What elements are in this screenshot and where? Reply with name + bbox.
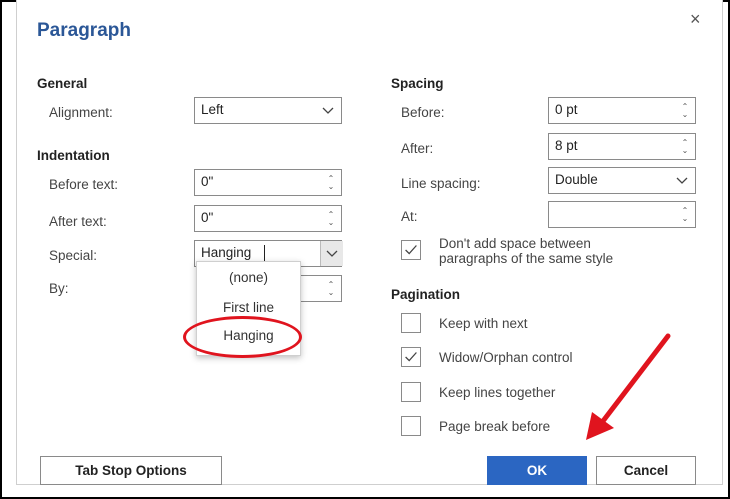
ok-button[interactable]: OK — [487, 456, 587, 485]
after-text-value: 0" — [201, 210, 214, 225]
spacing-after-spinner[interactable]: ⌃ ⌄ — [679, 134, 691, 159]
special-dropdown-toggle[interactable] — [320, 241, 343, 266]
pagination-heading: Pagination — [391, 287, 461, 302]
general-heading: General — [37, 76, 88, 91]
page-break-before-checkbox[interactable] — [401, 416, 421, 436]
spacing-heading: Spacing — [391, 76, 444, 91]
spin-down-icon[interactable]: ⌄ — [682, 146, 689, 155]
alignment-label: Alignment: — [49, 105, 113, 120]
line-spacing-select[interactable]: Double — [548, 167, 696, 194]
before-text-input[interactable]: 0" ⌃ ⌄ — [194, 169, 342, 196]
after-text-spinner[interactable]: ⌃ ⌄ — [325, 206, 337, 231]
at-label: At: — [401, 209, 418, 224]
spacing-before-label: Before: — [401, 105, 445, 120]
by-spinner[interactable]: ⌃ ⌄ — [325, 276, 337, 301]
spin-down-icon[interactable]: ⌄ — [682, 110, 689, 119]
keep-with-next-checkbox[interactable] — [401, 313, 421, 333]
before-text-value: 0" — [201, 174, 214, 189]
dialog-title: Paragraph — [37, 20, 131, 41]
at-spinner[interactable]: ⌃ ⌄ — [679, 202, 691, 227]
spacing-before-spinner[interactable]: ⌃ ⌄ — [679, 98, 691, 123]
close-icon[interactable]: × — [690, 10, 701, 28]
widow-orphan-checkbox[interactable] — [401, 347, 421, 367]
checkmark-icon — [405, 245, 417, 255]
checkmark-icon — [405, 352, 417, 362]
annotation-arrow-icon — [586, 333, 671, 440]
keep-lines-together-checkbox[interactable] — [401, 382, 421, 402]
dont-add-space-label-line2: paragraphs of the same style — [439, 251, 614, 266]
chevron-down-icon — [326, 250, 338, 257]
spacing-after-input[interactable]: 8 pt ⌃ ⌄ — [548, 133, 696, 160]
alignment-select[interactable]: Left — [194, 97, 342, 124]
before-text-spinner[interactable]: ⌃ ⌄ — [325, 170, 337, 195]
chevron-down-icon — [676, 177, 688, 184]
after-text-input[interactable]: 0" ⌃ ⌄ — [194, 205, 342, 232]
spin-down-icon[interactable]: ⌄ — [682, 214, 689, 223]
at-input[interactable]: ⌃ ⌄ — [548, 201, 696, 228]
spacing-before-value: 0 pt — [555, 102, 578, 117]
widow-orphan-label: Widow/Orphan control — [439, 350, 573, 365]
special-label: Special: — [49, 248, 98, 263]
annotation-circle — [183, 316, 302, 358]
indentation-heading: Indentation — [37, 148, 110, 163]
keep-lines-together-label: Keep lines together — [439, 385, 556, 400]
tab-stop-options-button[interactable]: Tab Stop Options — [40, 456, 222, 485]
spacing-after-value: 8 pt — [555, 138, 578, 153]
spacing-before-input[interactable]: 0 pt ⌃ ⌄ — [548, 97, 696, 124]
by-label: By: — [49, 281, 69, 296]
line-spacing-value: Double — [555, 172, 598, 187]
special-value: Hanging — [201, 245, 252, 260]
dont-add-space-checkbox[interactable] — [401, 240, 421, 260]
special-option-first-line[interactable]: First line — [197, 300, 300, 315]
page-break-before-label: Page break before — [439, 419, 551, 434]
line-spacing-label: Line spacing: — [401, 176, 481, 191]
by-input[interactable]: ⌃ ⌄ — [298, 275, 342, 302]
dont-add-space-label: Don't add space between paragraphs of th… — [439, 236, 613, 266]
spin-down-icon[interactable]: ⌄ — [328, 218, 335, 227]
spin-down-icon[interactable]: ⌄ — [328, 182, 335, 191]
spacing-after-label: After: — [401, 141, 434, 156]
dont-add-space-label-line1: Don't add space between — [439, 236, 591, 251]
special-option-none[interactable]: (none) — [197, 270, 300, 285]
spin-down-icon[interactable]: ⌄ — [328, 288, 335, 297]
after-text-label: After text: — [49, 214, 107, 229]
before-text-label: Before text: — [49, 177, 119, 192]
chevron-down-icon — [322, 107, 334, 114]
keep-with-next-label: Keep with next — [439, 316, 528, 331]
cancel-button[interactable]: Cancel — [596, 456, 696, 485]
alignment-value: Left — [201, 102, 224, 117]
